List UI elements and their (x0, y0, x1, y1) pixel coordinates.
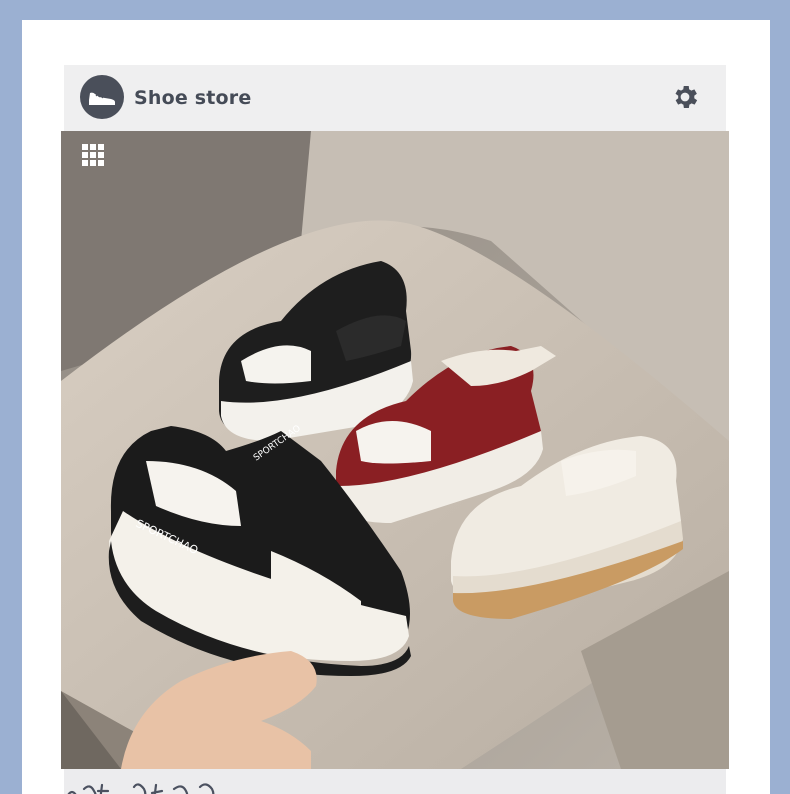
handwriting-decoration (67, 783, 215, 794)
store-logo[interactable] (80, 75, 124, 119)
settings-button[interactable] (670, 82, 700, 112)
gear-icon (675, 86, 698, 108)
sneaker-icon (89, 92, 115, 105)
grid-icon (82, 144, 104, 166)
app-header: Shoe store (64, 65, 726, 131)
app-title: Shoe store (134, 87, 252, 109)
footer-strip (64, 769, 726, 794)
product-photo[interactable]: SPORTCHAO SPORTCHAO (61, 131, 729, 769)
gallery-grid-button[interactable] (81, 143, 105, 167)
shoes-image: SPORTCHAO SPORTCHAO (61, 131, 729, 769)
